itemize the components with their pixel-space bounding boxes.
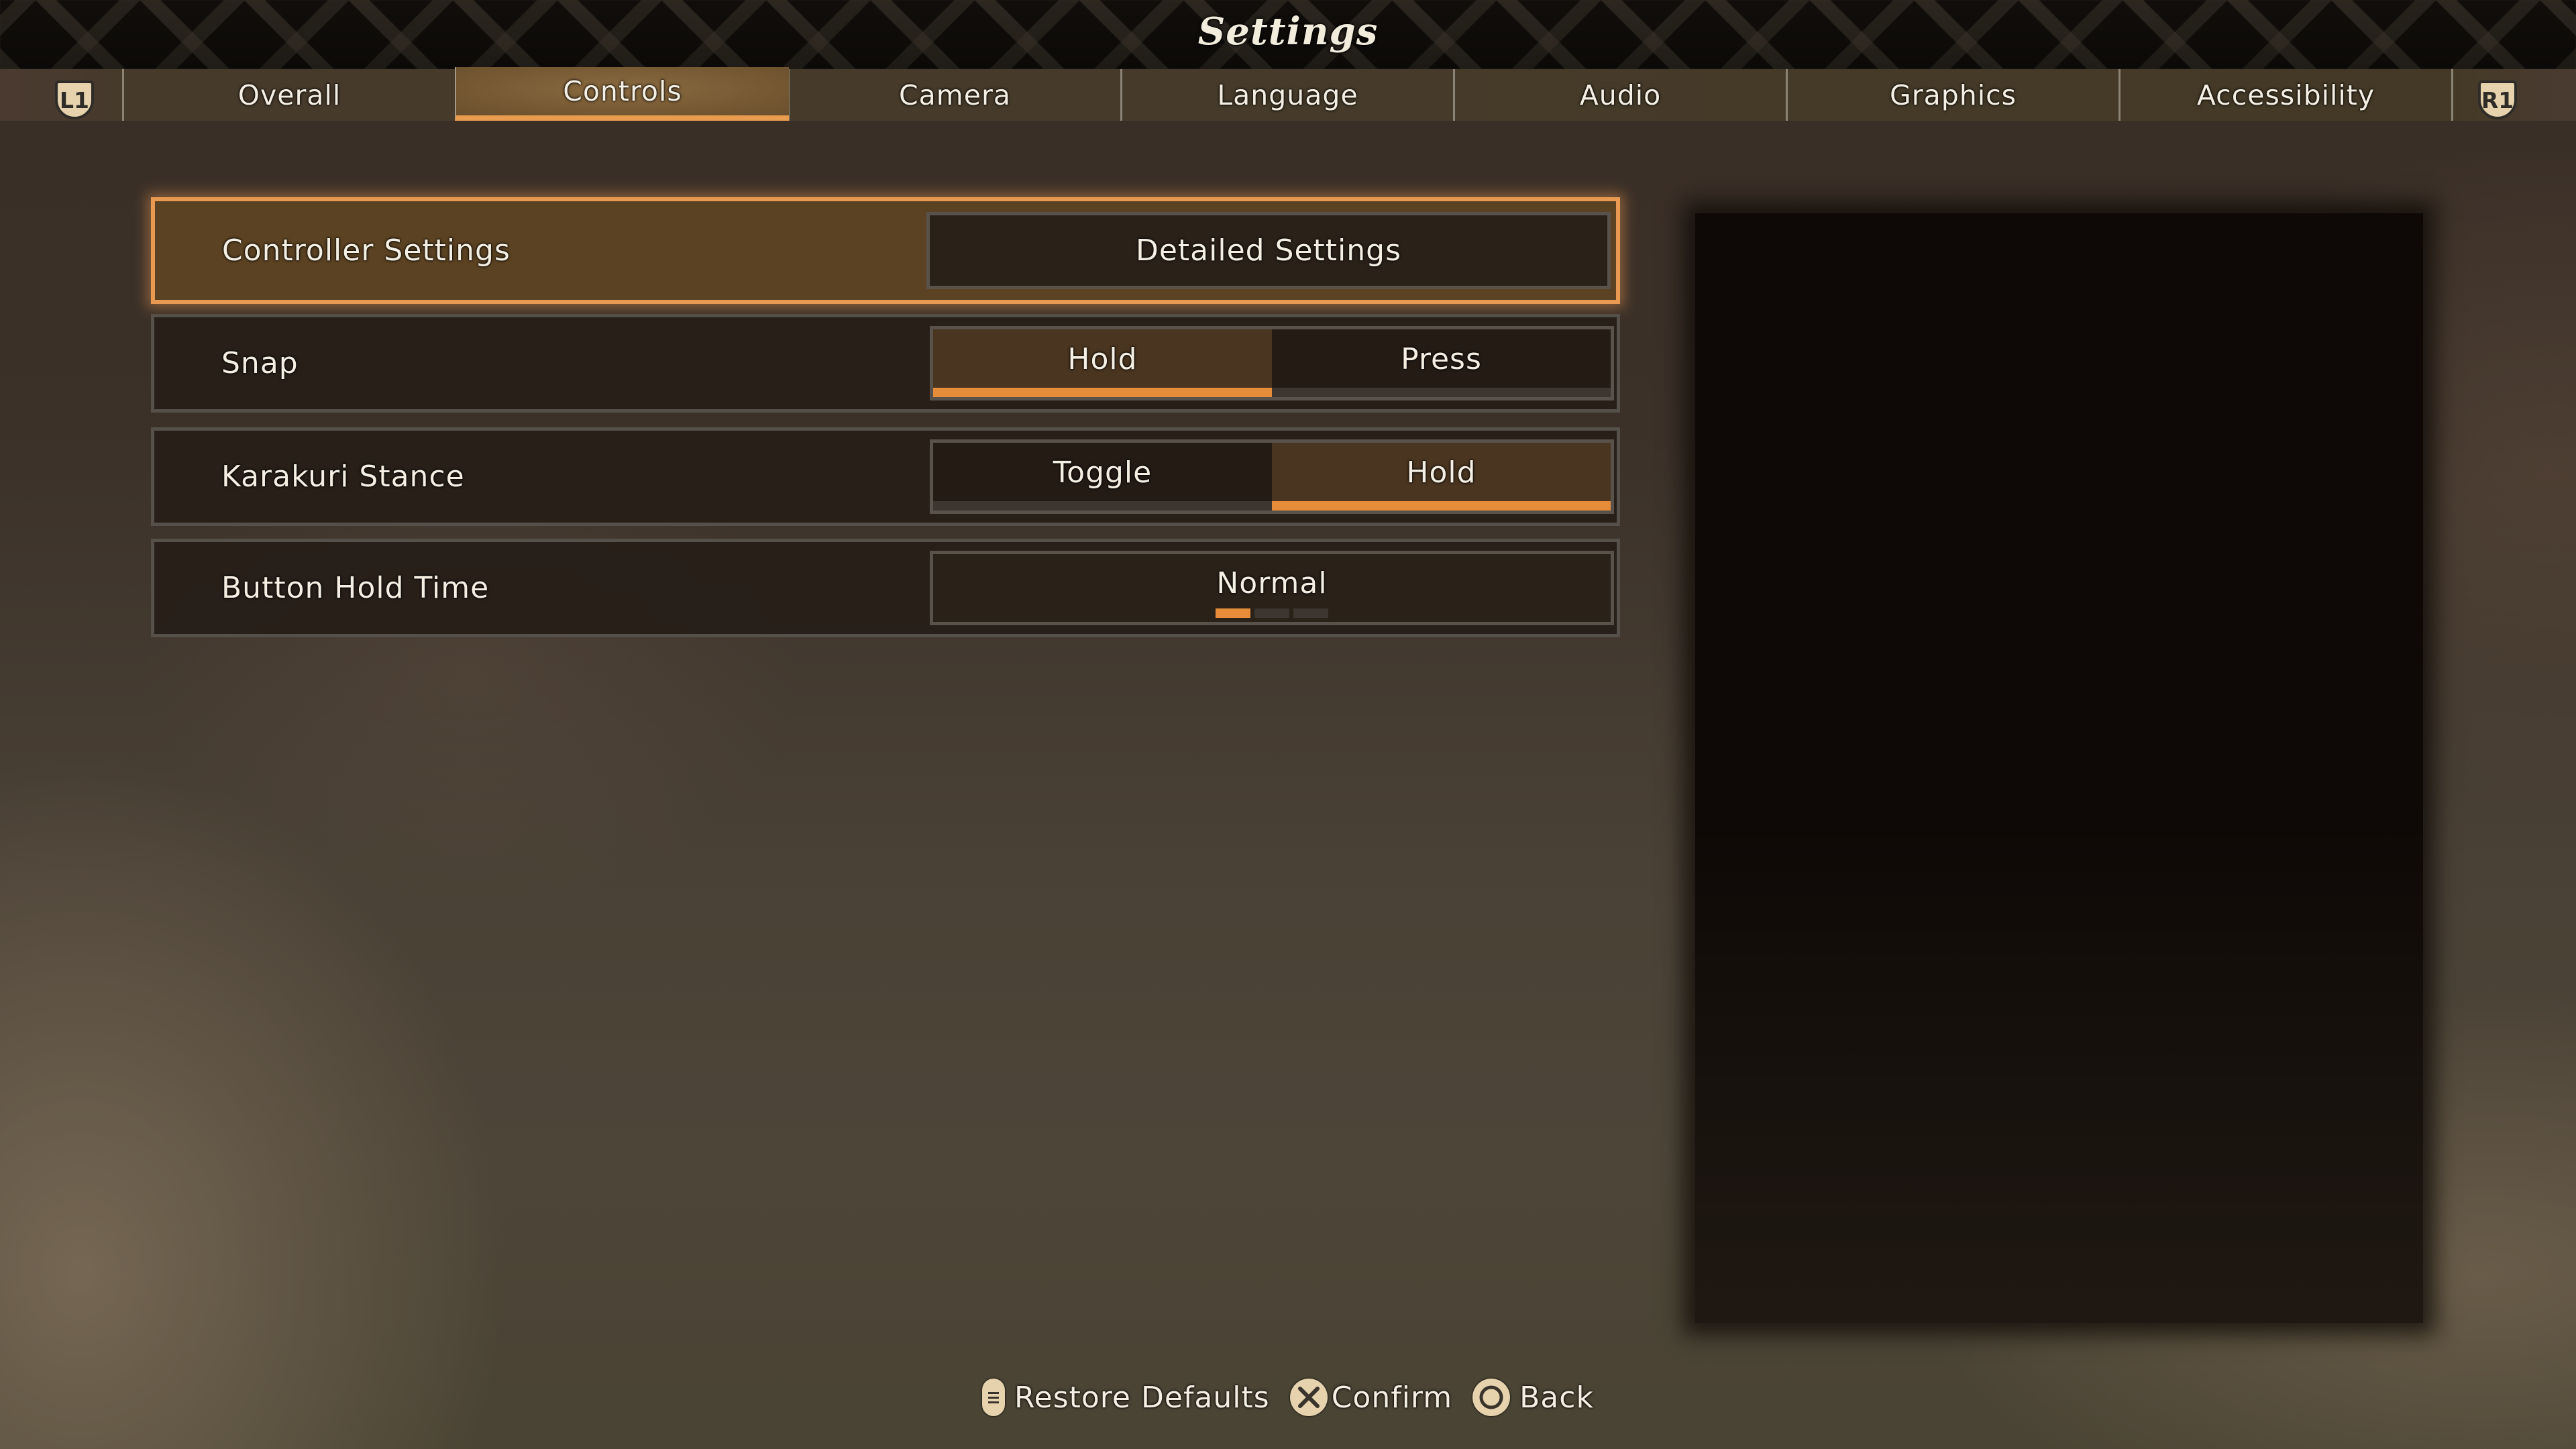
restore-defaults-prompt[interactable]: Restore Defaults <box>982 1379 1270 1416</box>
karakuri-option-toggle[interactable]: Toggle <box>933 443 1272 511</box>
confirm-prompt[interactable]: Confirm <box>1289 1379 1453 1416</box>
row-label: Button Hold Time <box>221 571 490 605</box>
tab-accessibility[interactable]: Accessibility <box>2121 69 2451 121</box>
settings-row-karakuri-stance[interactable]: Karakuri Stance Toggle Hold <box>151 427 1620 526</box>
back-prompt[interactable]: Back <box>1472 1379 1594 1416</box>
row-label: Snap <box>221 346 299 380</box>
segment-label: Press <box>1401 342 1482 376</box>
prompt-label: Back <box>1519 1380 1594 1415</box>
option-pip <box>1254 608 1289 618</box>
segment-indicator <box>1272 388 1611 397</box>
tab-language[interactable]: Language <box>1122 69 1453 121</box>
option-pip <box>1293 608 1328 618</box>
control-box: Detailed Settings <box>926 212 1611 289</box>
cross-button-icon <box>1289 1379 1328 1416</box>
tab-overall[interactable]: Overall <box>124 69 455 121</box>
snap-option-hold[interactable]: Hold <box>933 329 1272 397</box>
segment-label: Hold <box>1406 455 1477 490</box>
detailed-settings-button[interactable]: Detailed Settings <box>930 215 1607 286</box>
tab-audio[interactable]: Audio <box>1455 69 1786 121</box>
button-hold-time-selector: Normal <box>930 551 1614 625</box>
karakuri-stance-segmented-control: Toggle Hold <box>930 439 1614 514</box>
tab-graphics[interactable]: Graphics <box>1788 69 2118 121</box>
settings-row-snap[interactable]: Snap Hold Press <box>151 314 1620 413</box>
r1-bumper-icon[interactable]: R1 <box>2478 80 2517 119</box>
preview-panel <box>1695 213 2423 1323</box>
tab-controls[interactable]: Controls <box>455 67 789 121</box>
segment-indicator <box>1272 501 1611 511</box>
snap-segmented-control: Hold Press <box>930 326 1614 400</box>
karakuri-option-hold[interactable]: Hold <box>1272 443 1611 511</box>
tab-camera[interactable]: Camera <box>790 69 1120 121</box>
circle-button-icon <box>1472 1379 1511 1416</box>
settings-row-button-hold-time[interactable]: Button Hold Time Normal <box>151 539 1620 637</box>
option-pip <box>1216 608 1250 618</box>
tab-divider <box>2451 69 2453 121</box>
hold-time-value[interactable]: Normal <box>933 554 1611 622</box>
segment-label: Hold <box>1067 342 1138 376</box>
tab-strip: Overall Controls Camera Language Audio G… <box>0 67 2576 121</box>
row-label: Controller Settings <box>222 233 511 268</box>
segment-indicator <box>933 501 1272 511</box>
row-label: Karakuri Stance <box>221 460 465 494</box>
segment-label: Toggle <box>1053 455 1152 490</box>
options-button-icon <box>982 1379 1006 1416</box>
settings-row-controller-settings[interactable]: Controller Settings Detailed Settings <box>151 197 1620 304</box>
selector-value: Normal <box>1216 566 1328 600</box>
prompt-label: Confirm <box>1331 1380 1453 1415</box>
option-pips <box>1216 608 1328 618</box>
footer-prompts: Restore Defaults Confirm Back <box>0 1372 2576 1423</box>
snap-option-press[interactable]: Press <box>1272 329 1611 397</box>
page-title: Settings <box>1197 9 1379 54</box>
segment-indicator <box>933 388 1272 397</box>
prompt-label: Restore Defaults <box>1014 1380 1270 1415</box>
l1-bumper-icon[interactable]: L1 <box>55 80 94 119</box>
